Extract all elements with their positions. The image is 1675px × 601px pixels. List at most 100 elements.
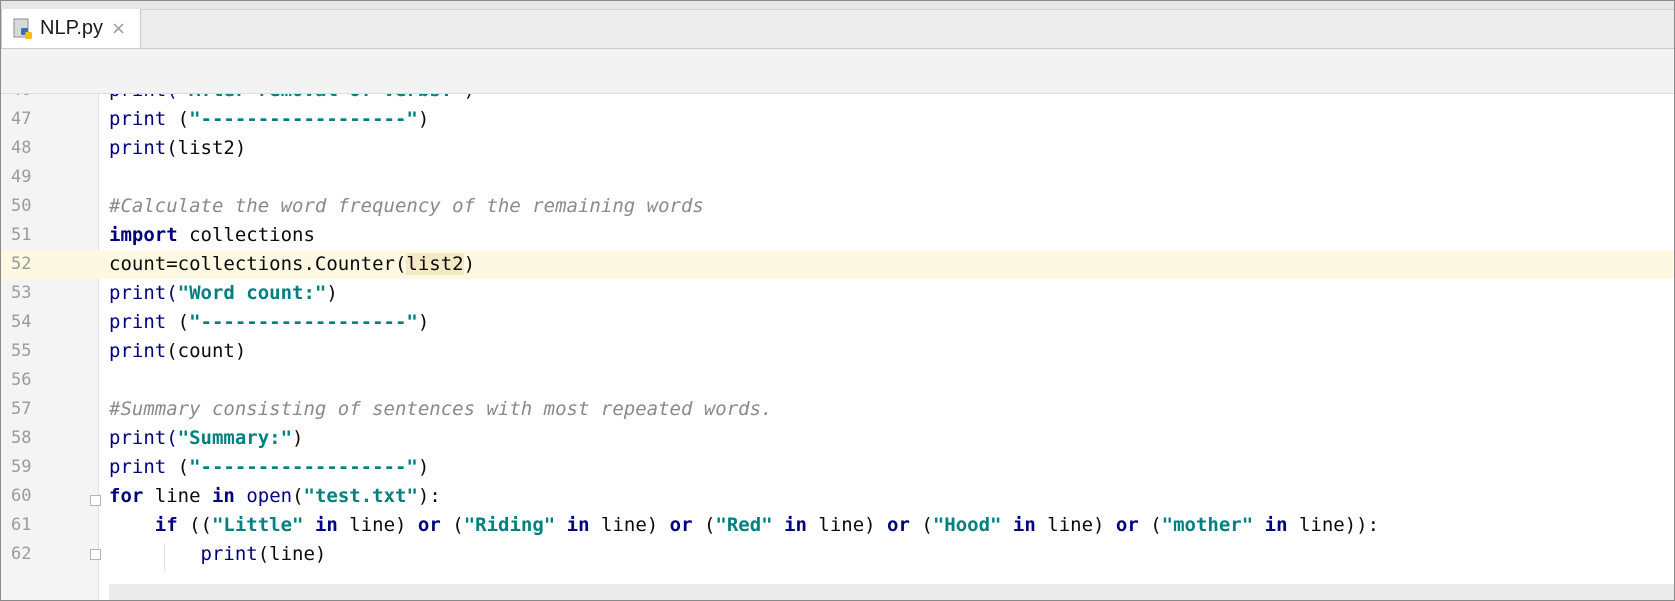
python-file-icon <box>12 17 36 41</box>
code-text: print(count) <box>109 337 246 366</box>
line-number: 52 <box>11 254 32 274</box>
code-token: ( <box>909 514 933 536</box>
line-number: 48 <box>11 138 32 158</box>
code-line[interactable]: 54 print ("------------------") <box>1 308 1674 337</box>
code-token: line) <box>337 514 418 536</box>
line-number: 47 <box>11 109 32 129</box>
tab-nlp-py[interactable]: NLP.py × <box>1 9 141 48</box>
code-line[interactable]: 56 <box>1 366 1674 395</box>
code-line[interactable]: 59 print ("------------------") <box>1 453 1674 482</box>
code-token: in <box>1012 514 1036 536</box>
code-text: print ("------------------") <box>109 105 429 134</box>
code-line[interactable]: 46 print("After removal of verbs:") <box>1 94 1674 105</box>
line-number: 54 <box>11 312 32 332</box>
code-token: print <box>109 340 167 362</box>
code-text: #Summary consisting of sentences with mo… <box>109 395 772 424</box>
code-token: print <box>109 311 167 333</box>
code-token: print( <box>109 427 178 449</box>
code-token: #Summary consisting of sentences with mo… <box>109 398 773 420</box>
code-line[interactable]: 60 for line in open("test.txt"): <box>1 482 1674 511</box>
code-token: "------------------" <box>189 108 418 130</box>
code-token: line <box>143 485 212 507</box>
code-line[interactable]: 58 print("Summary:") <box>1 424 1674 453</box>
code-text: print("Word count:") <box>109 279 338 308</box>
code-line[interactable]: 51 import collections <box>1 221 1674 250</box>
horizontal-scrollbar[interactable] <box>109 584 1674 600</box>
code-token: ) <box>292 427 304 449</box>
code-token: ( <box>166 108 190 130</box>
code-text: print("Summary:") <box>109 424 303 453</box>
code-line[interactable]: 55 print(count) <box>1 337 1674 366</box>
code-token: or <box>417 514 441 536</box>
code-line[interactable]: 48 print(list2) <box>1 134 1674 163</box>
code-token: collections <box>177 224 315 246</box>
code-token: "mother" <box>1161 514 1254 536</box>
code-token: ) <box>326 282 338 304</box>
code-token: in <box>1264 514 1288 536</box>
code-token: "After removal of verbs:" <box>178 94 464 101</box>
line-number: 61 <box>11 515 32 535</box>
line-number: 53 <box>11 283 32 303</box>
code-line[interactable]: 53 print("Word count:") <box>1 279 1674 308</box>
code-text: print ("------------------") <box>109 453 429 482</box>
code-token: #Calculate the word frequency of the rem… <box>109 195 704 217</box>
code-token: print <box>109 456 167 478</box>
code-token: print <box>109 137 167 159</box>
code-line[interactable]: 62 print(line) <box>1 540 1674 569</box>
code-editor[interactable]: 46print("After removal of verbs:") 47 prin… <box>1 94 1674 600</box>
code-text: print("After removal of verbs:") <box>109 94 475 105</box>
code-token: (( <box>177 514 212 536</box>
code-token: "test.txt" <box>303 485 418 507</box>
code-token: ( <box>166 311 190 333</box>
code-line[interactable]: 61 if (("Little" in line) or ("Riding" i… <box>1 511 1674 540</box>
code-token: ) <box>417 456 430 478</box>
code-token: print <box>109 108 167 130</box>
code-token: ( <box>1138 514 1162 536</box>
fold-marker-icon[interactable] <box>90 495 101 506</box>
line-number: 55 <box>11 341 32 361</box>
code-line[interactable]: 57 #Summary consisting of sentences with … <box>1 395 1674 424</box>
code-token: line)): <box>1287 514 1380 536</box>
code-line[interactable]: 49 <box>1 163 1674 192</box>
line-number: 50 <box>11 196 32 216</box>
fold-end-marker-icon[interactable] <box>90 549 101 560</box>
indent-guide <box>164 543 165 571</box>
code-token: ) <box>417 108 430 130</box>
code-token: for <box>109 485 144 507</box>
code-token: line) <box>589 514 670 536</box>
code-text: print(list2) <box>109 134 246 163</box>
code-token: (line) <box>257 543 327 565</box>
line-number: 49 <box>11 167 32 187</box>
ide-window: NLP.py × 46print("After removal of verbs… <box>0 0 1675 601</box>
code-token: "Word count:" <box>177 282 327 304</box>
code-token: (list2) <box>166 137 247 159</box>
code-token: or <box>669 514 693 536</box>
code-token: open <box>246 485 293 507</box>
code-token: ) <box>464 94 475 101</box>
code-token: "------------------" <box>189 456 418 478</box>
code-token: "------------------" <box>189 311 418 333</box>
code-token: "Red" <box>715 514 773 536</box>
code-line[interactable]: 47 print ("------------------") <box>1 105 1674 134</box>
code-token: print( <box>109 94 178 101</box>
line-number: 60 <box>11 486 32 506</box>
code-token: ) <box>417 311 430 333</box>
code-text: for line in open("test.txt"): <box>109 482 441 511</box>
code-line[interactable]: 52 count=collections.Counter(list2) <box>1 250 1674 279</box>
code-token: list2 <box>406 253 464 275</box>
close-icon[interactable]: × <box>111 18 126 39</box>
code-token: in <box>314 514 338 536</box>
code-token: "Riding" <box>463 514 556 536</box>
code-token: or <box>887 514 910 536</box>
code-token: if <box>154 514 178 536</box>
line-number: 62 <box>11 544 32 564</box>
code-text: if (("Little" in line) or ("Riding" in l… <box>109 511 1379 540</box>
code-line[interactable]: 50 #Calculate the word frequency of the r… <box>1 192 1674 221</box>
code-token: ( <box>692 514 716 536</box>
code-token: "Little" <box>211 514 304 536</box>
